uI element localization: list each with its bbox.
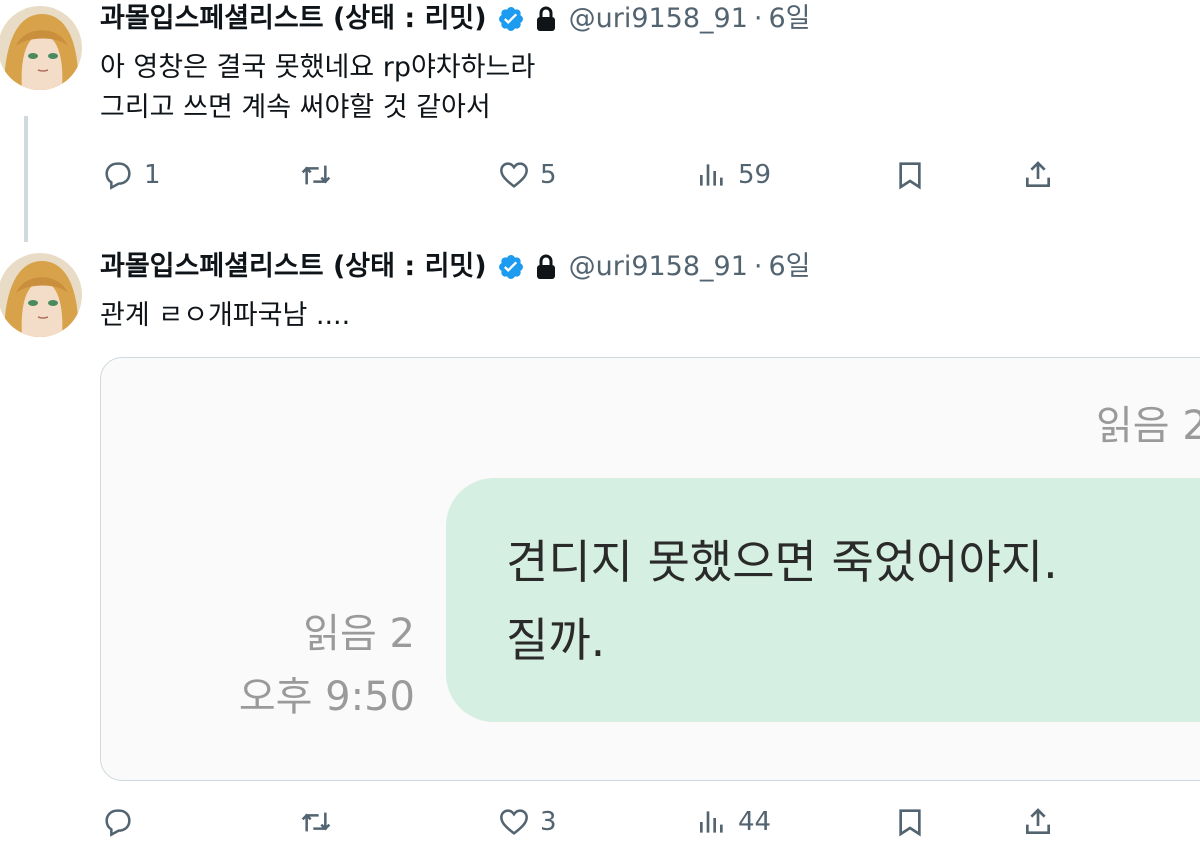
lock-icon — [535, 254, 557, 280]
display-name[interactable]: 과몰입스페셜리스트 (상태 : 리밋) — [100, 2, 487, 36]
tweet-text: 아 영창은 결국 못했네요 rp야차하느라 그리고 쓰면 계속 써야할 것 같아… — [100, 48, 535, 128]
tweet-header: 과몰입스페셜리스트 (상태 : 리밋) @uri9158_91 · 6일 — [100, 2, 811, 36]
chat-message-bubble: 견디지 못했으면 죽었어야지. 질까. — [446, 478, 1200, 722]
thread-connector — [24, 116, 28, 242]
tweet-actions: 1 5 59 — [100, 155, 1200, 195]
bookmark-icon — [899, 162, 921, 190]
chat-message-line: 견디지 못했으면 죽었어야지. — [506, 535, 1058, 589]
bookmark-icon — [899, 809, 921, 837]
tweet-header: 과몰입스페셜리스트 (상태 : 리밋) @uri9158_91 · 6일 — [100, 250, 811, 284]
verified-badge-icon[interactable] — [497, 5, 525, 33]
user-handle[interactable]: @uri9158_91 — [569, 2, 748, 36]
bookmark-button[interactable] — [894, 155, 926, 195]
tweet-actions: 3 44 — [100, 802, 1200, 842]
heart-icon — [500, 162, 528, 188]
share-icon — [1026, 808, 1050, 834]
view-count: 44 — [738, 807, 772, 837]
bookmark-button[interactable] — [894, 802, 926, 842]
user-handle[interactable]: @uri9158_91 — [569, 250, 748, 284]
chat-message-line: 질까. — [506, 613, 606, 667]
tweet-text-line: 아 영창은 결국 못했네요 rp야차하느라 — [100, 52, 536, 83]
tweet-text-line: 그리고 쓰면 계속 써야할 것 같아서 — [100, 92, 491, 123]
like-count: 3 — [540, 807, 557, 837]
separator: · — [753, 251, 763, 282]
tweet-media-image[interactable]: 읽음 2 읽음 2 오후 9:50 견디지 못했으면 죽었어야지. 질까. — [100, 357, 1200, 781]
view-count: 59 — [738, 160, 772, 190]
retweet-icon — [301, 812, 331, 832]
share-button[interactable] — [1022, 802, 1054, 842]
chat-read-receipt: 읽음 2 — [1096, 403, 1200, 449]
like-button[interactable]: 3 — [498, 802, 557, 842]
verified-badge-icon[interactable] — [497, 253, 525, 281]
like-count: 5 — [540, 160, 557, 190]
lock-icon — [535, 6, 557, 32]
reply-button[interactable] — [102, 802, 134, 842]
retweet-button[interactable] — [300, 802, 332, 842]
share-icon — [1026, 161, 1050, 187]
timestamp[interactable]: 6일 — [769, 250, 811, 284]
like-button[interactable]: 5 — [498, 155, 557, 195]
share-button[interactable] — [1022, 155, 1054, 195]
avatar[interactable] — [0, 6, 82, 90]
views-button[interactable]: 59 — [696, 155, 771, 195]
chat-timestamp: 오후 9:50 — [238, 674, 415, 720]
tweet-text: 관계 ㄹㅇ개파국남 .... — [100, 296, 350, 336]
timestamp[interactable]: 6일 — [769, 2, 811, 36]
reply-icon — [105, 162, 131, 190]
chat-read-receipt: 읽음 2 — [303, 611, 415, 657]
retweet-icon — [301, 165, 331, 185]
tweet-text-line: 관계 ㄹㅇ개파국남 .... — [100, 300, 351, 331]
views-button[interactable]: 44 — [696, 802, 771, 842]
display-name[interactable]: 과몰입스페셜리스트 (상태 : 리밋) — [100, 250, 487, 284]
reply-button[interactable]: 1 — [102, 155, 161, 195]
views-icon — [700, 164, 723, 186]
avatar[interactable] — [0, 253, 82, 337]
reply-icon — [105, 809, 131, 837]
reply-count: 1 — [144, 160, 161, 190]
retweet-button[interactable] — [300, 155, 332, 195]
heart-icon — [500, 809, 528, 835]
views-icon — [700, 811, 723, 833]
separator: · — [753, 3, 763, 34]
